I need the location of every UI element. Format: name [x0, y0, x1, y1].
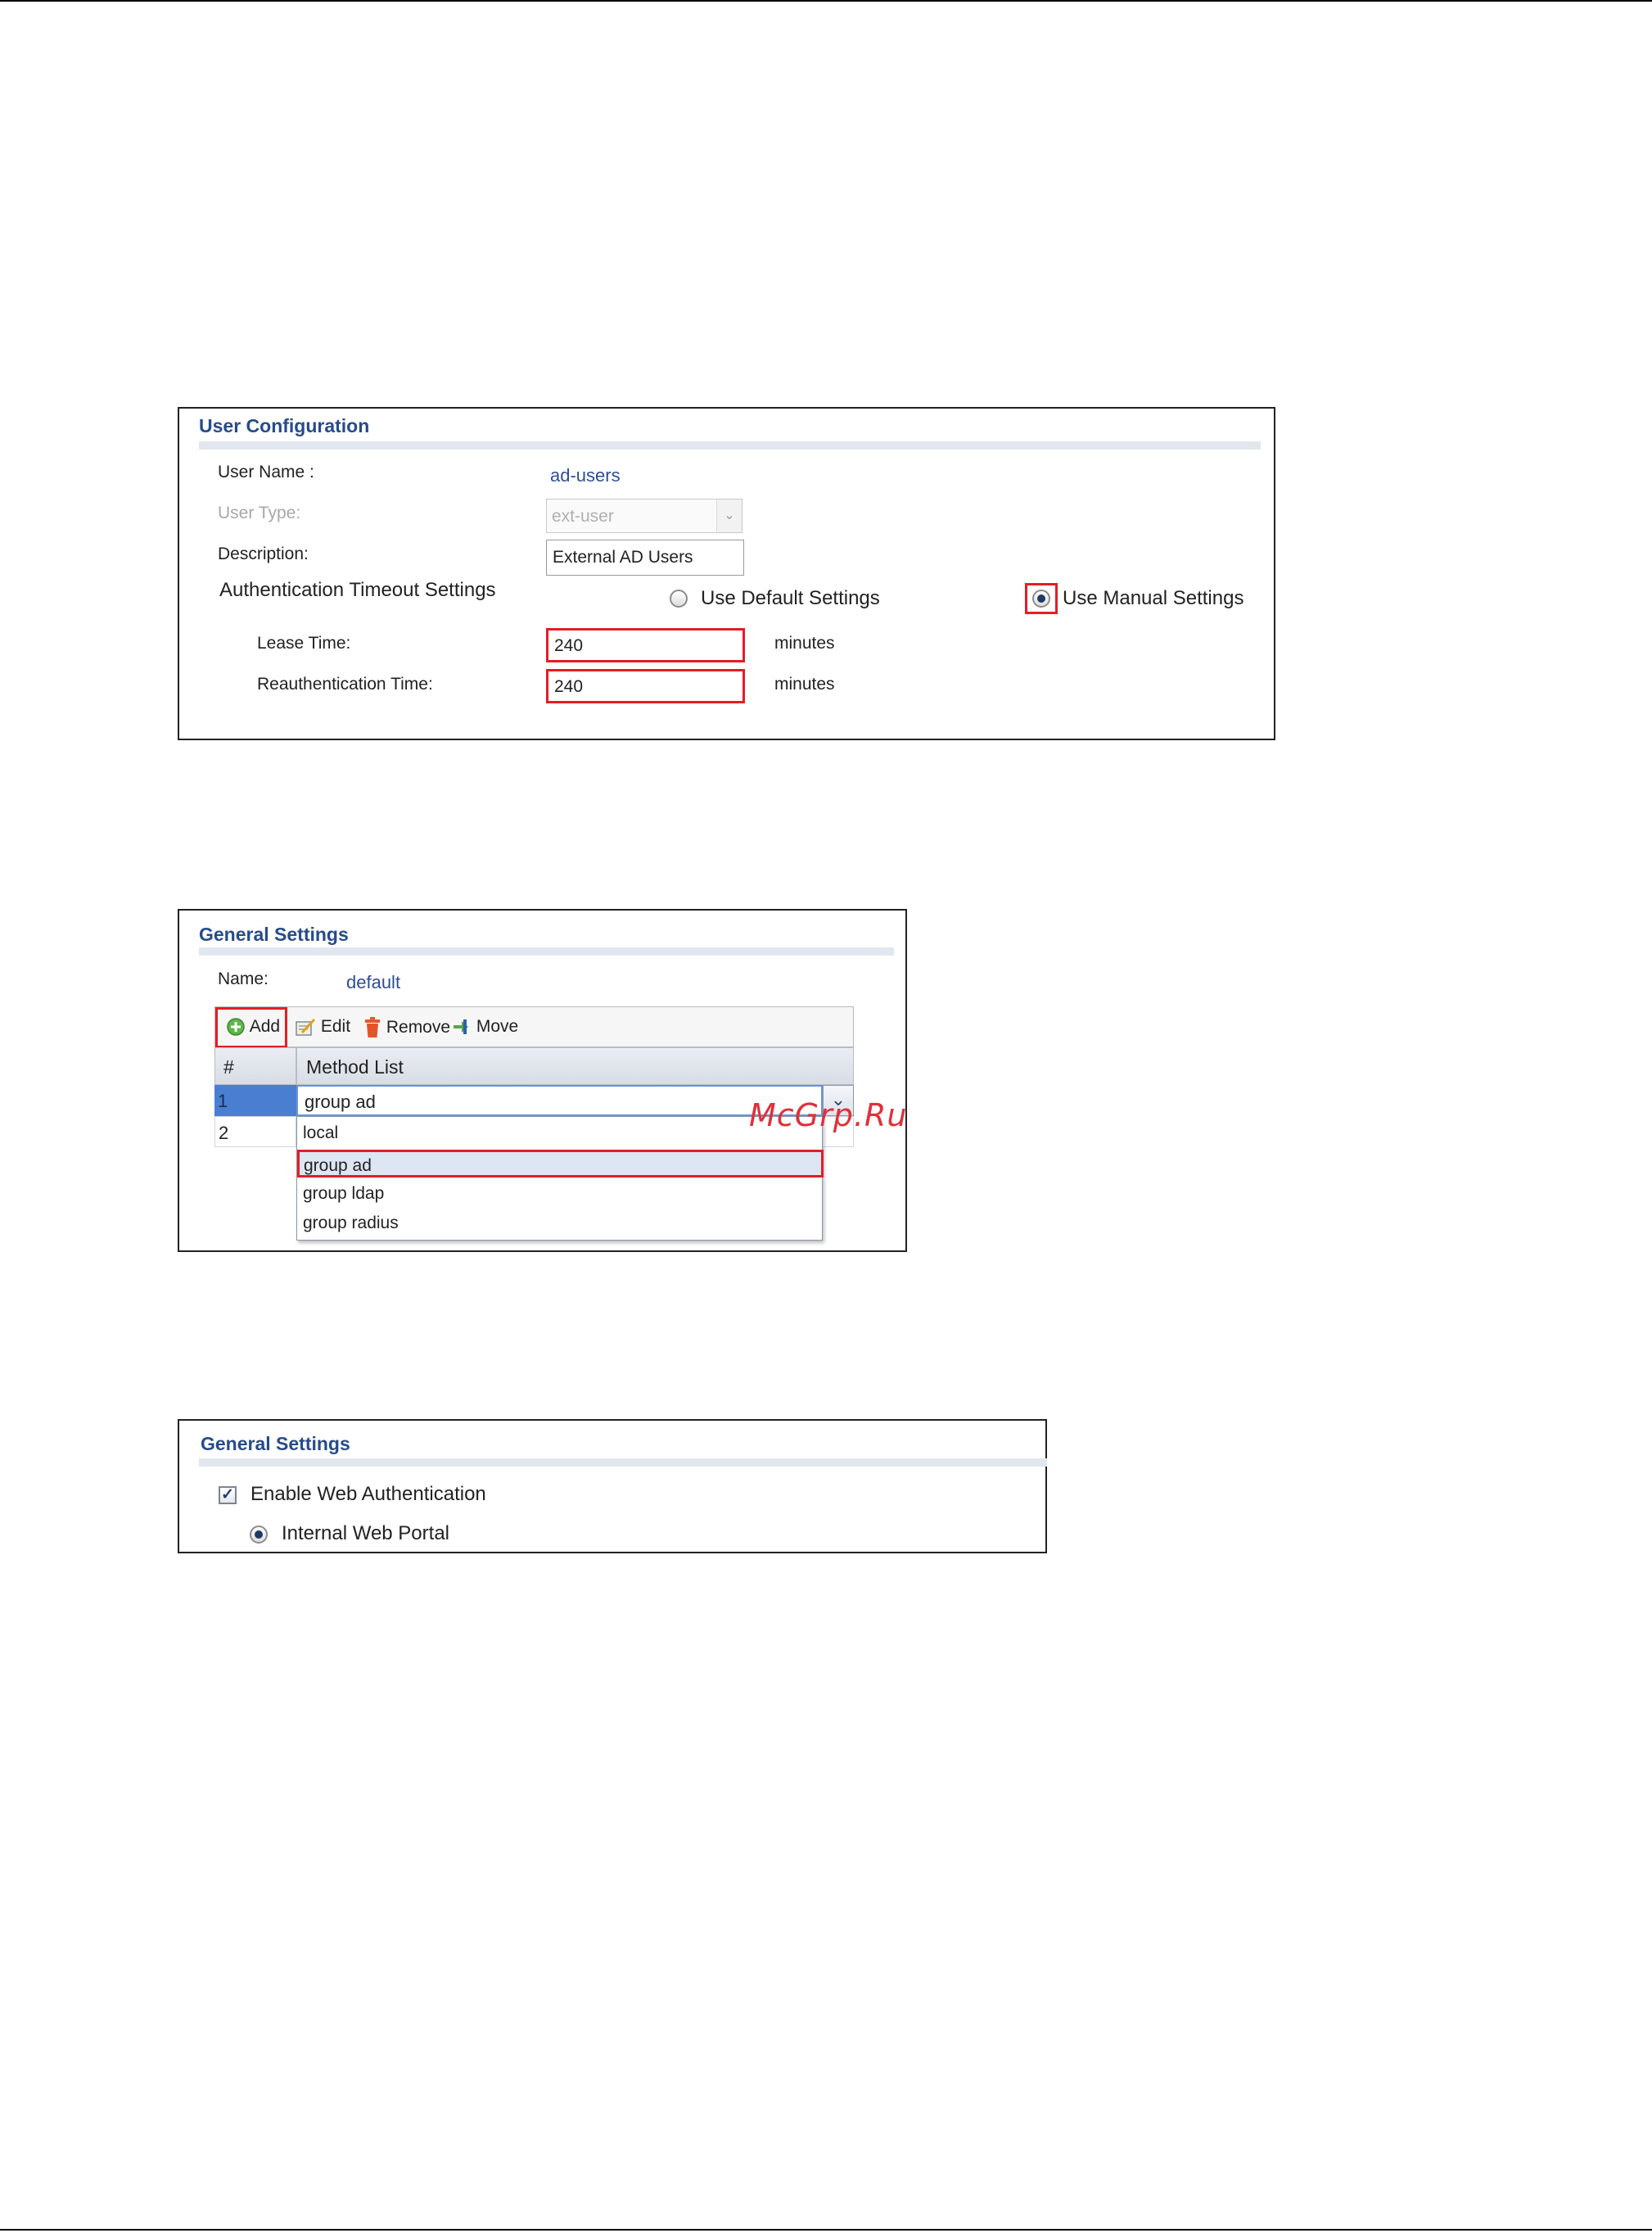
user-name-label: User Name :: [218, 463, 314, 481]
lease-time-label: Lease Time:: [257, 634, 351, 653]
table-header-method-list[interactable]: Method List: [296, 1047, 854, 1085]
name-value: default: [346, 972, 401, 992]
edit-icon: [296, 1018, 316, 1036]
dropdown-option-group-radius[interactable]: group radius: [297, 1214, 819, 1233]
enable-web-auth-label: Enable Web Authentication: [251, 1483, 486, 1505]
table-header-index[interactable]: #: [214, 1047, 296, 1085]
add-button[interactable]: Add: [226, 1017, 280, 1037]
auth-timeout-settings-label: Authentication Timeout Settings: [219, 579, 496, 601]
user-type-value: ext-user: [552, 507, 614, 526]
method-select-value: group ad: [305, 1092, 376, 1112]
method-dropdown-list: local group ad group ldap group radius: [296, 1116, 824, 1241]
title-underline: [199, 441, 1261, 450]
dropdown-option-group-ldap[interactable]: group ldap: [297, 1184, 819, 1204]
trash-can-icon: [365, 1017, 380, 1037]
use-default-settings-radio[interactable]: [670, 590, 688, 608]
method-list-toolbar: Add Edit Remove Move: [214, 1006, 854, 1048]
panel-title: General Settings: [199, 924, 349, 945]
move-arrow-icon: [454, 1019, 468, 1034]
method-select-row-1[interactable]: group ad: [296, 1085, 823, 1116]
general-settings-method-panel: General Settings Name: default Add Edit: [178, 909, 907, 1252]
internal-web-portal-radio[interactable]: [250, 1526, 268, 1544]
internal-web-portal-label: Internal Web Portal: [282, 1522, 449, 1544]
chevron-down-icon: ⌄: [716, 499, 742, 532]
panel-title: General Settings: [201, 1433, 350, 1454]
dropdown-option-group-ad[interactable]: group ad: [297, 1150, 824, 1178]
reauth-time-unit: minutes: [774, 675, 835, 694]
reauth-time-label: Reauthentication Time:: [257, 675, 433, 694]
panel-title: User Configuration: [199, 415, 370, 436]
remove-button[interactable]: Remove: [363, 1017, 450, 1038]
general-settings-web-panel: General Settings ✓ Enable Web Authentica…: [178, 1419, 1047, 1553]
table-row-1-index[interactable]: 1: [214, 1085, 296, 1116]
user-type-select: ext-user ⌄: [546, 499, 742, 533]
user-type-label: User Type:: [218, 504, 301, 522]
table-row-2-index[interactable]: 2: [214, 1116, 296, 1147]
bottom-rule: [0, 2229, 1652, 2231]
lease-time-input[interactable]: 240: [546, 628, 745, 662]
use-manual-settings-radio[interactable]: [1032, 590, 1050, 608]
description-label: Description:: [218, 545, 309, 563]
use-default-settings-label: Use Default Settings: [701, 587, 880, 609]
move-button[interactable]: Move: [452, 1017, 518, 1037]
top-rule: [0, 0, 1652, 2]
title-underline: [199, 947, 894, 956]
edit-button[interactable]: Edit: [295, 1017, 350, 1037]
dropdown-option-local[interactable]: local: [297, 1123, 819, 1143]
add-icon: [227, 1018, 245, 1036]
enable-web-auth-checkbox[interactable]: ✓: [219, 1486, 237, 1504]
move-button-label: Move: [476, 1017, 519, 1036]
use-manual-settings-label: Use Manual Settings: [1063, 587, 1244, 609]
name-label: Name:: [218, 970, 269, 988]
watermark: McGrp.Ru: [749, 1097, 908, 1133]
lease-time-unit: minutes: [774, 634, 835, 653]
description-input[interactable]: External AD Users: [546, 540, 744, 576]
title-underline: [199, 1458, 1047, 1467]
add-button-label: Add: [249, 1017, 281, 1036]
edit-button-label: Edit: [320, 1017, 351, 1036]
user-name-value: ad-users: [550, 465, 621, 486]
reauth-time-input[interactable]: 240: [546, 669, 745, 703]
remove-button-label: Remove: [386, 1018, 451, 1037]
user-configuration-panel: User Configuration User Name : ad-users …: [178, 407, 1275, 740]
